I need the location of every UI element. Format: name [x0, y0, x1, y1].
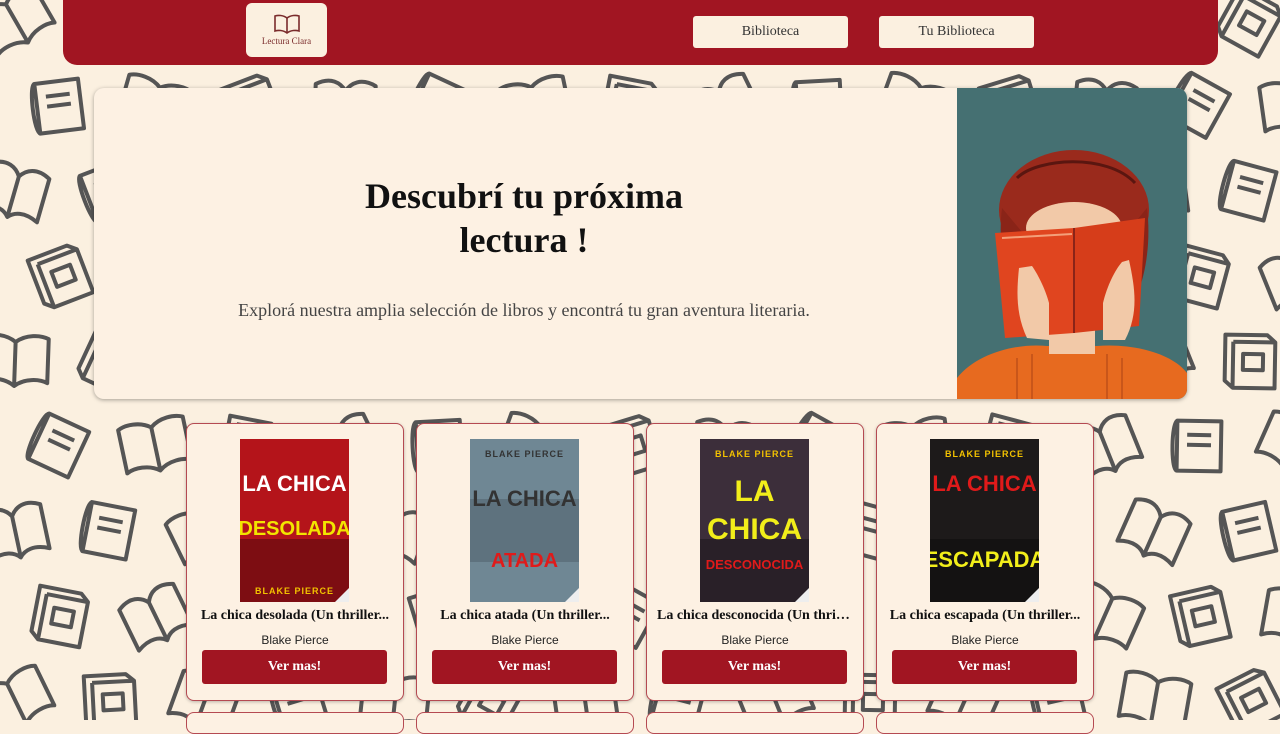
book-cover-image[interactable]: BLAKE PIERCE LA CHICA ATADA [470, 439, 579, 602]
ver-mas-button[interactable]: Ver mas! [892, 650, 1077, 684]
book-author: Blake Pierce [491, 633, 559, 647]
svg-text:CHICA: CHICA [707, 513, 802, 546]
svg-text:DESCONOCIDA: DESCONOCIDA [706, 557, 804, 572]
nav-tu-biblioteca-button[interactable]: Tu Biblioteca [879, 16, 1034, 48]
book-doodle-icon [29, 76, 87, 136]
book-author: Blake Pierce [721, 633, 789, 647]
book-doodle-icon [1170, 418, 1224, 474]
book-doodle-icon [1215, 0, 1280, 59]
book-doodle-icon [1115, 497, 1193, 568]
hero-title-line2: lectura ! [459, 220, 589, 260]
book-doodle-icon [1257, 243, 1280, 312]
book-doodle-icon [0, 332, 51, 388]
book-card: BLAKE PIERCE LA CHICA DESOLADA La chica … [186, 423, 404, 701]
top-navbar: Lectura Clara Biblioteca Tu Biblioteca [63, 0, 1218, 65]
svg-text:BLAKE PIERCE: BLAKE PIERCE [485, 449, 564, 459]
svg-text:LA CHICA: LA CHICA [242, 471, 346, 496]
book-doodle-icon [1218, 499, 1279, 563]
svg-text:LA CHICA: LA CHICA [472, 486, 576, 511]
book-card: BLAKE PIERCE LA CHICA DESCONOCIDA La chi… [646, 423, 864, 701]
svg-text:BLAKE PIERCE: BLAKE PIERCE [715, 449, 794, 459]
book-doodle-icon [116, 413, 194, 476]
book-doodle-icon [1259, 586, 1280, 647]
ver-mas-button[interactable]: Ver mas! [202, 650, 387, 684]
brand-logo[interactable]: Lectura Clara [246, 3, 327, 57]
book-doodle-icon [81, 672, 139, 720]
book-doodle-icon [117, 581, 195, 653]
book-cover-image[interactable]: BLAKE PIERCE LA CHICA DESOLADA [240, 439, 349, 602]
book-doodle-icon [1253, 409, 1280, 481]
book-title: La chica atada (Un thriller... [440, 608, 610, 623]
book-doodle-icon [1168, 584, 1233, 649]
svg-text:BLAKE PIERCE: BLAKE PIERCE [255, 586, 334, 596]
book-card: BLAKE PIERCE LA CHICA ATADA La chica ata… [416, 423, 634, 701]
book-doodle-icon [1222, 332, 1278, 391]
book-doodle-icon [29, 583, 90, 650]
book-title: La chica escapada (Un thriller... [889, 608, 1081, 623]
book-doodle-icon [0, 500, 52, 563]
hero-banner: Descubrí tu próxima lectura ! Explorá nu… [94, 88, 1187, 399]
book-doodle-icon [1257, 75, 1280, 134]
svg-text:LA CHICA: LA CHICA [932, 471, 1036, 496]
hero-title: Descubrí tu próxima lectura ! [334, 174, 714, 262]
book-title: La chica desconocida (Un thriller... [657, 608, 853, 623]
svg-text:ATADA: ATADA [491, 550, 558, 572]
ver-mas-button[interactable]: Ver mas! [662, 650, 847, 684]
book-doodle-icon [25, 411, 92, 480]
hero-subtitle: Explorá nuestra amplia selección de libr… [238, 300, 810, 320]
book-doodle-icon [0, 159, 52, 225]
book-card-peek [186, 712, 404, 734]
hero-title-line1: Descubrí tu próxima [365, 176, 683, 216]
brand-name: Lectura Clara [261, 36, 312, 46]
book-card-peek [416, 712, 634, 734]
book-doodle-icon [0, 0, 57, 58]
book-doodle-icon [25, 243, 96, 310]
nav-biblioteca-button[interactable]: Biblioteca [693, 16, 848, 48]
book-card: BLAKE PIERCE LA CHICA ESCAPADA La chica … [876, 423, 1094, 701]
hero-reading-woman-illustration [957, 88, 1187, 399]
book-doodle-icon [78, 500, 138, 562]
book-doodle-icon [0, 663, 57, 720]
book-doodle-icon [1217, 158, 1279, 223]
open-book-icon [273, 14, 300, 34]
book-doodle-icon [1214, 668, 1280, 720]
svg-text:BLAKE PIERCE: BLAKE PIERCE [945, 449, 1024, 459]
svg-text:LA: LA [735, 475, 775, 508]
book-title: La chica desolada (Un thriller... [200, 608, 390, 623]
book-card-peek [646, 712, 864, 734]
svg-text:DESOLADA: DESOLADA [240, 518, 349, 540]
book-author: Blake Pierce [261, 633, 329, 647]
book-card-peek [876, 712, 1094, 734]
book-cover-image[interactable]: BLAKE PIERCE LA CHICA ESCAPADA [930, 439, 1039, 602]
book-cover-image[interactable]: BLAKE PIERCE LA CHICA DESCONOCIDA [700, 439, 809, 602]
book-author: Blake Pierce [951, 633, 1019, 647]
ver-mas-button[interactable]: Ver mas! [432, 650, 617, 684]
book-doodle-icon [1116, 669, 1194, 720]
svg-text:ESCAPADA: ESCAPADA [930, 547, 1039, 572]
